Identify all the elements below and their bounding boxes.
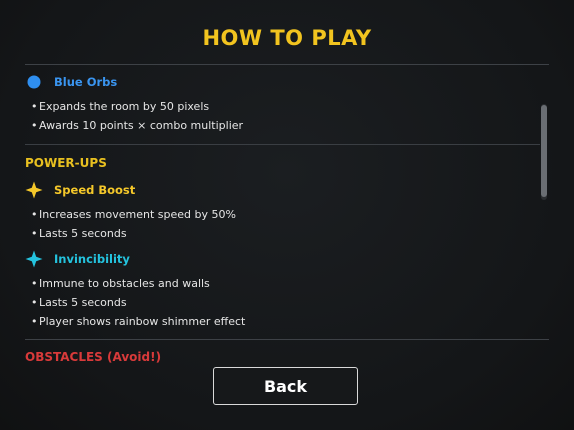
bottom-divider [25, 339, 549, 340]
star-icon [25, 181, 43, 199]
invincibility-header: Invincibility [25, 249, 130, 269]
scrollbar[interactable] [541, 104, 547, 200]
invincibility-bullet-3: Player shows rainbow shimmer effect [31, 315, 245, 328]
powerups-section-title: POWER-UPS [25, 156, 107, 170]
star-icon [25, 250, 43, 268]
blue-orbs-bullet-2: Awards 10 points × combo multiplier [31, 119, 243, 132]
scrollbar-thumb[interactable] [541, 105, 547, 197]
speed-boost-bullet-1: Increases movement speed by 50% [31, 208, 236, 221]
blue-orbs-label: Blue Orbs [54, 75, 118, 89]
speed-boost-header: Speed Boost [25, 180, 135, 200]
speed-boost-bullet-2: Lasts 5 seconds [31, 227, 127, 240]
invincibility-bullet-1: Immune to obstacles and walls [31, 277, 210, 290]
invincibility-bullet-2: Lasts 5 seconds [31, 296, 127, 309]
obstacles-section-title: OBSTACLES (Avoid!) [25, 350, 162, 364]
blue-orbs-header: Blue Orbs [25, 72, 117, 92]
blue-orb-icon [25, 73, 43, 91]
instructions-scroll-area[interactable]: Blue Orbs Expands the room by 50 pixels … [25, 65, 540, 339]
blue-orbs-bullet-1: Expands the room by 50 pixels [31, 100, 209, 113]
how-to-play-screen: HOW TO PLAY Blue Orbs Expands the room b… [0, 0, 574, 430]
invincibility-label: Invincibility [54, 252, 130, 266]
back-button[interactable]: Back [213, 367, 358, 405]
speed-boost-label: Speed Boost [54, 183, 136, 197]
screen-title: HOW TO PLAY [202, 26, 372, 50]
section-divider [25, 144, 540, 145]
